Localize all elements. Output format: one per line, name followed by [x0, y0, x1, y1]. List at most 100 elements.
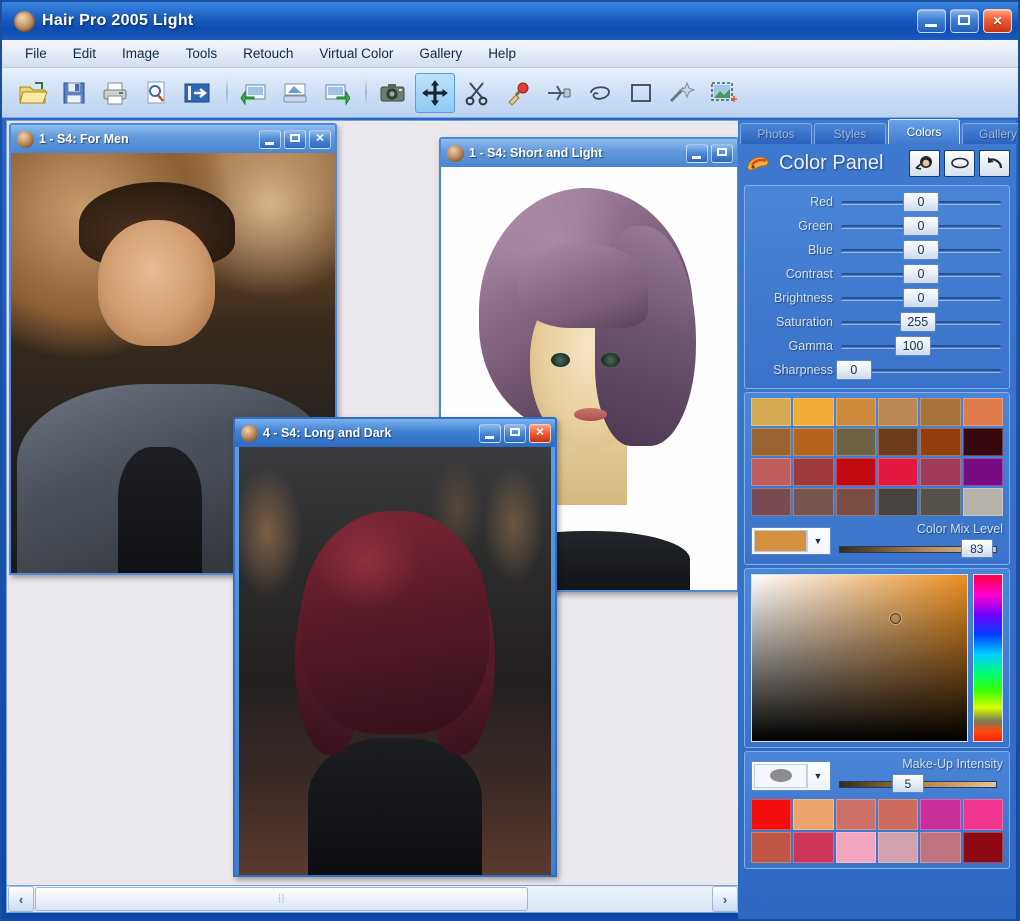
tab-gallery[interactable]: Gallery: [962, 123, 1018, 144]
export-icon[interactable]: [178, 74, 216, 112]
camera-icon[interactable]: [374, 74, 412, 112]
hair-swatch-19[interactable]: [793, 488, 834, 516]
hair-swatch-8[interactable]: [835, 428, 876, 456]
scrollbar-thumb[interactable]: ⦙⦙: [35, 887, 529, 911]
slider-thumb-green[interactable]: 0: [903, 216, 939, 236]
save-icon[interactable]: [55, 74, 93, 112]
mdi-minimize-button[interactable]: [479, 423, 501, 443]
scissors-icon[interactable]: [458, 74, 496, 112]
menu-image[interactable]: Image: [109, 43, 173, 64]
mdi-close-button[interactable]: ✕: [309, 129, 331, 149]
eyedropper-icon[interactable]: [499, 74, 537, 112]
mdi-titlebar-for-men[interactable]: 1 - S4: For Men ✕: [11, 125, 335, 153]
slider-row-red[interactable]: Red 0: [749, 190, 1001, 214]
makeup-swatch-10[interactable]: [920, 832, 961, 863]
hair-swatch-14[interactable]: [835, 458, 876, 486]
slider-thumb-gamma[interactable]: 100: [895, 336, 931, 356]
tab-styles[interactable]: Styles: [814, 123, 886, 144]
hair-swatch-3[interactable]: [877, 398, 919, 426]
color-picker[interactable]: [751, 574, 1003, 742]
hair-swatch-4[interactable]: [920, 398, 961, 426]
saturation-value-field[interactable]: [751, 574, 968, 742]
makeup-swatch-3[interactable]: [877, 799, 919, 830]
move-tool-icon[interactable]: [415, 72, 455, 113]
makeup-swatch-6[interactable]: [751, 832, 792, 863]
hair-swatch-17[interactable]: [962, 458, 1003, 486]
menu-virtual-color[interactable]: Virtual Color: [306, 43, 406, 64]
slider-row-gamma[interactable]: Gamma 100: [749, 334, 1001, 358]
crop-icon[interactable]: [704, 74, 742, 112]
hair-swatch-16[interactable]: [920, 458, 961, 486]
menu-file[interactable]: File: [12, 43, 60, 64]
slider-track-blue[interactable]: 0: [841, 239, 1001, 261]
makeup-swatch-8[interactable]: [835, 832, 876, 863]
hair-swatch-0[interactable]: [751, 398, 792, 426]
hair-swatch-7[interactable]: [793, 428, 834, 456]
hair-swatch-6[interactable]: [751, 428, 792, 456]
slider-track-saturation[interactable]: 255: [841, 311, 1001, 333]
mdi-minimize-button[interactable]: [259, 129, 281, 149]
mdi-window-long-and-dark[interactable]: 4 - S4: Long and Dark ✕: [233, 417, 557, 877]
makeup-swatch-9[interactable]: [877, 832, 919, 863]
open-icon[interactable]: [14, 74, 52, 112]
menu-help[interactable]: Help: [475, 43, 529, 64]
hair-swatch-10[interactable]: [920, 428, 961, 456]
lasso-icon[interactable]: [581, 74, 619, 112]
hair-swatch-grid[interactable]: [751, 398, 1003, 516]
color-mix-slider-track[interactable]: 83: [839, 539, 1003, 559]
slider-track-red[interactable]: 0: [841, 191, 1001, 213]
tab-colors[interactable]: Colors: [888, 119, 960, 144]
mdi-maximize-button[interactable]: [284, 129, 306, 149]
send-photo-icon[interactable]: [317, 74, 355, 112]
hair-swatch-20[interactable]: [835, 488, 876, 516]
hair-swatch-2[interactable]: [835, 398, 876, 426]
mdi-close-button[interactable]: ✕: [529, 423, 551, 443]
airbrush-icon[interactable]: [540, 74, 578, 112]
scrollbar-track[interactable]: ⦙⦙: [35, 887, 711, 911]
menu-gallery[interactable]: Gallery: [406, 43, 475, 64]
slider-thumb-blue[interactable]: 0: [903, 240, 939, 260]
slider-track-brightness[interactable]: 0: [841, 287, 1001, 309]
selected-color-dropdown[interactable]: ▼: [751, 526, 831, 555]
slider-thumb-red[interactable]: 0: [903, 192, 939, 212]
horizontal-scrollbar[interactable]: ‹ ⦙⦙ ›: [6, 885, 740, 913]
hair-swatch-12[interactable]: [751, 458, 792, 486]
close-button[interactable]: ✕: [983, 9, 1012, 33]
menu-retouch[interactable]: Retouch: [230, 43, 306, 64]
rect-select-icon[interactable]: [622, 74, 660, 112]
scan-icon[interactable]: [276, 74, 314, 112]
color-mix-slider-thumb[interactable]: 83: [960, 539, 993, 558]
slider-track-contrast[interactable]: 0: [841, 263, 1001, 285]
tab-photos[interactable]: Photos: [740, 123, 812, 144]
makeup-swatch-5[interactable]: [962, 799, 1003, 830]
print-preview-icon[interactable]: [137, 74, 175, 112]
hair-swatch-18[interactable]: [751, 488, 792, 516]
mdi-canvas-long-and-dark[interactable]: [239, 447, 551, 875]
chevron-down-icon[interactable]: ▼: [807, 529, 828, 552]
makeup-swatch-2[interactable]: [835, 799, 876, 830]
chevron-down-icon[interactable]: ▼: [807, 763, 828, 788]
import-photo-icon[interactable]: [235, 74, 273, 112]
hair-swatch-23[interactable]: [962, 488, 1003, 516]
select-hair-icon[interactable]: [909, 149, 940, 177]
makeup-intensity-thumb[interactable]: 5: [891, 774, 924, 793]
slider-row-contrast[interactable]: Contrast 0: [749, 262, 1001, 286]
mdi-minimize-button[interactable]: [686, 143, 708, 163]
mdi-maximize-button[interactable]: [711, 143, 733, 163]
slider-row-blue[interactable]: Blue 0: [749, 238, 1001, 262]
slider-thumb-sharpness[interactable]: 0: [835, 360, 872, 380]
hair-swatch-5[interactable]: [962, 398, 1003, 426]
makeup-intensity-track[interactable]: 5: [839, 774, 1003, 794]
hair-swatch-11[interactable]: [962, 428, 1003, 456]
makeup-swatch-7[interactable]: [793, 832, 834, 863]
hair-swatch-13[interactable]: [793, 458, 834, 486]
hair-swatch-21[interactable]: [877, 488, 919, 516]
scroll-right-arrow-icon[interactable]: ›: [712, 886, 738, 912]
mdi-maximize-button[interactable]: [504, 423, 526, 443]
minimize-button[interactable]: [917, 9, 946, 33]
slider-row-sharpness[interactable]: Sharpness 0: [749, 358, 1001, 382]
slider-row-brightness[interactable]: Brightness 0: [749, 286, 1001, 310]
undo-icon[interactable]: [979, 149, 1010, 177]
slider-row-saturation[interactable]: Saturation 255: [749, 310, 1001, 334]
menu-tools[interactable]: Tools: [173, 43, 231, 64]
